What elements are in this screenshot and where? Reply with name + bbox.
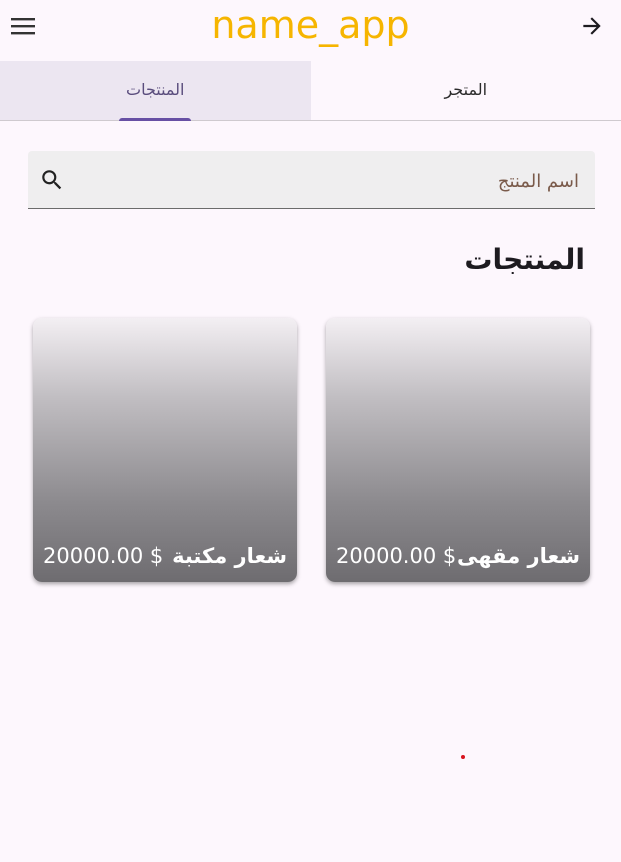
search-input[interactable] bbox=[107, 163, 581, 199]
back-button[interactable] bbox=[578, 12, 606, 40]
touch-indicator bbox=[461, 755, 465, 759]
app-title: name_app bbox=[211, 3, 410, 47]
app-bar: name_app bbox=[0, 0, 621, 52]
section-title: المنتجات bbox=[464, 243, 585, 276]
products-grid: شعار مقهى 20000.00 $ شعار مكتبة 20000.00… bbox=[33, 318, 590, 582]
tab-products[interactable]: المنتجات bbox=[0, 61, 311, 121]
product-name: شعار مقهى bbox=[456, 544, 580, 568]
tab-products-label: المنتجات bbox=[126, 80, 185, 99]
tab-bar: المنتجات المتجر bbox=[0, 61, 621, 121]
product-card[interactable]: شعار مكتبة 20000.00 $ bbox=[33, 318, 297, 582]
product-card-footer: شعار مقهى 20000.00 $ bbox=[336, 544, 580, 568]
product-price: 20000.00 $ bbox=[43, 544, 164, 568]
tab-store[interactable]: المتجر bbox=[311, 61, 621, 120]
product-card-footer: شعار مكتبة 20000.00 $ bbox=[43, 544, 287, 568]
search-icon[interactable] bbox=[39, 167, 65, 193]
tab-store-label: المتجر bbox=[444, 80, 488, 99]
arrow-forward-icon bbox=[583, 17, 601, 35]
product-name: شعار مكتبة bbox=[172, 544, 287, 568]
tab-indicator bbox=[119, 118, 192, 121]
search-field bbox=[28, 151, 595, 209]
product-card[interactable]: شعار مقهى 20000.00 $ bbox=[326, 318, 590, 582]
product-price: 20000.00 $ bbox=[336, 544, 457, 568]
